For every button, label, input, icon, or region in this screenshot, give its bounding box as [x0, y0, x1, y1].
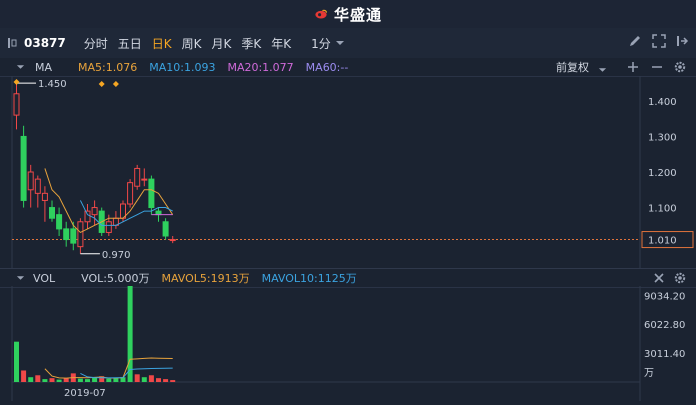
tab-daily-k[interactable]: 日K: [152, 35, 172, 52]
price-tick-label: 1.300: [648, 132, 677, 143]
low-annotation-label: 0.970: [102, 250, 131, 261]
chevron-down-icon[interactable]: [335, 36, 345, 50]
volume-bar: [148, 375, 154, 382]
tab-yearly-k[interactable]: 年K: [271, 35, 291, 52]
volume-bar: [163, 379, 169, 382]
candle-body: [155, 210, 162, 216]
pause-bars-icon[interactable]: [6, 36, 20, 50]
candlestick-chart[interactable]: 1.400 1.300 1.200 1.100 1.010 1.450 0.970: [0, 76, 696, 268]
volume-bar: [14, 341, 19, 382]
tab-weekly-k[interactable]: 周K: [182, 35, 202, 52]
candle-body: [63, 228, 70, 241]
candle-body: [49, 207, 55, 219]
current-price-label: 1.010: [648, 236, 677, 247]
volume-tick-label: 9034.20: [644, 291, 685, 302]
brand-logo-icon: [315, 9, 328, 19]
candle-body: [169, 239, 176, 242]
volume-tick-label: 6022.80: [644, 320, 685, 331]
volume-bar: [134, 374, 140, 382]
event-marker-icon: [13, 79, 20, 85]
volume-bar: [35, 375, 41, 382]
price-tick-label: 1.400: [648, 97, 677, 108]
candle-body: [148, 178, 155, 209]
volume-bar: [127, 286, 133, 382]
candle-body: [27, 171, 34, 191]
vol-settings-gear-icon[interactable]: [673, 271, 687, 285]
candle-body: [70, 228, 77, 244]
event-marker-icon: [112, 81, 119, 87]
vol-indicator-name[interactable]: VOL: [33, 272, 55, 285]
event-marker-icon: [98, 81, 105, 87]
candle-body: [77, 221, 84, 248]
candle-body: [56, 214, 63, 230]
vol-value: VOL:5.000万: [81, 272, 150, 285]
volume-bar: [113, 378, 119, 382]
volume-bar: [49, 378, 55, 382]
ma20-value: MA20:1.077: [227, 60, 294, 74]
ma60-value: MA60:--: [305, 60, 349, 74]
tab-five-day[interactable]: 五日: [118, 35, 142, 52]
price-tick-label: 1.100: [648, 204, 677, 215]
candle-body: [20, 135, 27, 201]
adjust-chevron-down-icon[interactable]: [598, 63, 607, 77]
pencil-icon[interactable]: [628, 34, 642, 48]
close-icon[interactable]: [652, 271, 666, 285]
volume-bar: [106, 378, 112, 382]
volume-tick-label: 3011.40: [644, 349, 685, 360]
vol-collapse-triangle-icon[interactable]: [16, 271, 25, 285]
volume-svg[interactable]: 9034.20 6022.80 3011.40 万 2019-07: [0, 286, 696, 401]
x-axis-date-label: 2019-07: [64, 388, 106, 399]
toolbar-right-icons: [628, 34, 690, 48]
tab-quarterly-k[interactable]: 季K: [241, 35, 261, 52]
stock-code[interactable]: 03877: [24, 36, 66, 50]
volume-header: VOL VOL:5.000万 MAVOL5:1913万 MAVOL10:1125…: [0, 268, 696, 288]
volume-bar: [21, 370, 27, 382]
volume-bar: [156, 378, 161, 382]
volume-bar: [170, 380, 176, 382]
exit-icon[interactable]: [676, 34, 690, 48]
adjust-mode[interactable]: 前复权: [556, 59, 589, 75]
candle-body: [127, 182, 134, 205]
app-root: 华盛通 03877 分时 五日 日K 周K 月K 季K 年K 1分 MA MA5…: [0, 0, 696, 401]
brand-bar: 华盛通: [0, 0, 696, 29]
candle-body: [84, 210, 91, 223]
candle-body: [162, 221, 169, 237]
tab-monthly-k[interactable]: 月K: [212, 35, 232, 52]
mavol5-value: MAVOL5:1913万: [161, 272, 250, 285]
minute-selector[interactable]: 1分: [311, 35, 331, 52]
volume-bar: [63, 378, 69, 382]
mavol10-value: MAVOL10:1125万: [261, 272, 357, 285]
settings-gear-icon[interactable]: [673, 60, 687, 74]
candlestick-svg[interactable]: 1.400 1.300 1.200 1.100 1.010 1.450 0.970: [0, 76, 696, 268]
volume-bar: [85, 379, 90, 382]
ma10-value: MA10:1.093: [149, 60, 216, 74]
candle-body: [134, 167, 141, 187]
volume-bar: [141, 377, 147, 382]
candle-body: [141, 178, 148, 181]
candle-body: [91, 207, 98, 216]
candle-body: [13, 93, 20, 116]
brand-name: 华盛通: [333, 5, 382, 24]
candle-body: [34, 178, 41, 194]
price-tick-label: 1.200: [648, 168, 677, 179]
volume-bar: [28, 377, 34, 382]
volume-tick-label: 万: [644, 368, 654, 379]
volume-chart[interactable]: 9034.20 6022.80 3011.40 万 2019-07: [0, 286, 696, 401]
collapse-triangle-icon[interactable]: [16, 60, 25, 74]
plus-icon[interactable]: [626, 60, 640, 74]
main-chart-header: MA MA5:1.076 MA10:1.093 MA20:1.077 MA60:…: [0, 58, 696, 77]
candle-body: [105, 221, 112, 233]
expand-icon[interactable]: [652, 34, 666, 48]
tab-minute[interactable]: 分时: [84, 35, 108, 52]
candle-body: [41, 192, 48, 201]
volume-bar: [77, 378, 83, 382]
indicator-name[interactable]: MA: [35, 61, 52, 74]
volume-bar: [42, 379, 48, 382]
toolbar: 03877 分时 五日 日K 周K 月K 季K 年K 1分: [0, 28, 696, 59]
high-annotation-label: 1.450: [38, 79, 67, 90]
minus-icon[interactable]: [650, 60, 664, 74]
volume-bar: [92, 377, 98, 382]
volume-bar: [56, 379, 62, 382]
ma5-value: MA5:1.076: [78, 60, 138, 74]
